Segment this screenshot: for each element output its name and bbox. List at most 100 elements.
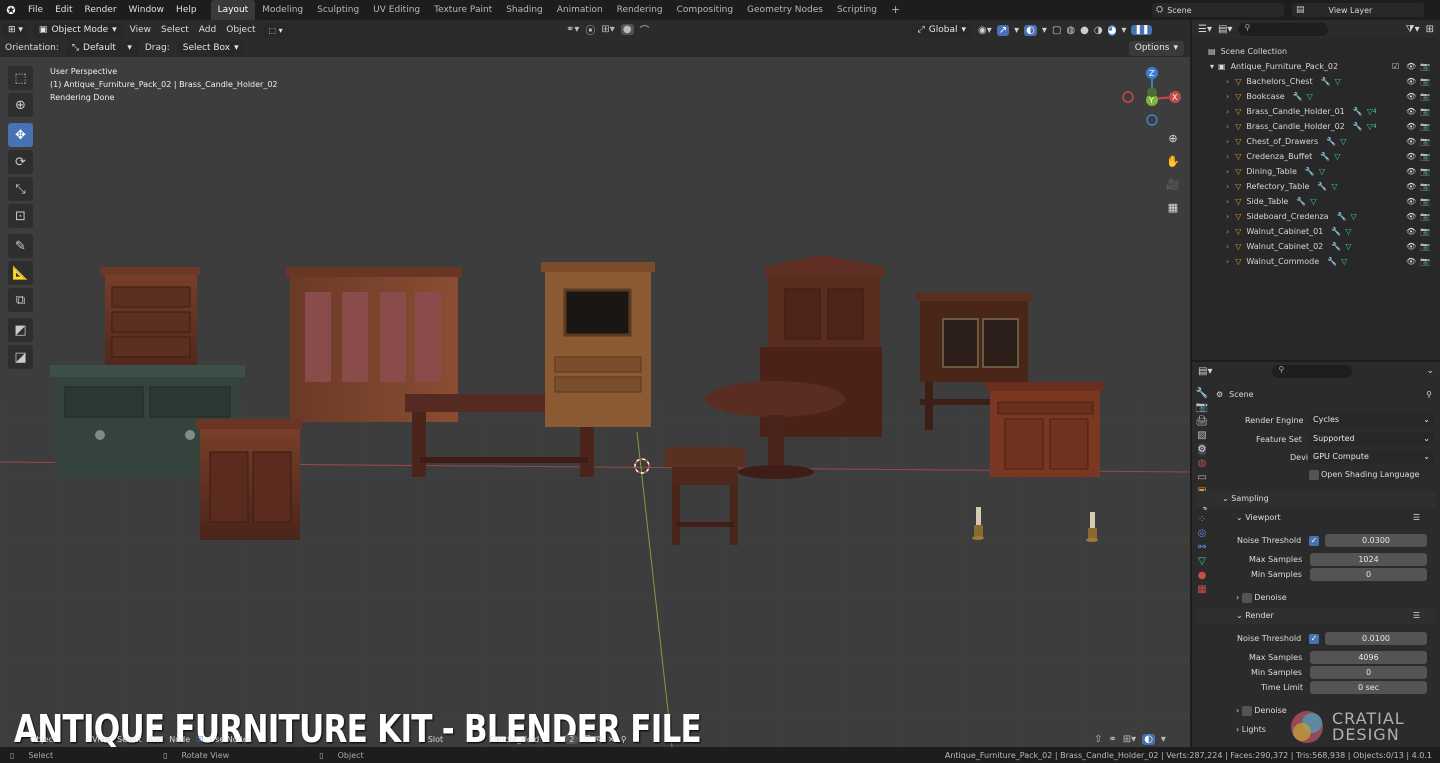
- expand-arrow-icon[interactable]: ›: [1226, 194, 1229, 209]
- sampling-section-header[interactable]: ⌄ Sampling: [1196, 491, 1436, 507]
- outliner-row-walnut-cabinet-01[interactable]: › ▽ Walnut_Cabinet_01 🔧 ▽ 👁 📷: [1192, 224, 1440, 239]
- tab-layout[interactable]: Layout: [210, 0, 256, 20]
- tab-shading[interactable]: Shading: [499, 0, 550, 20]
- render-camera-icon[interactable]: 📷: [1420, 74, 1430, 89]
- render-camera-icon[interactable]: 📷: [1420, 224, 1430, 239]
- bottom-menu-select[interactable]: Select: [117, 735, 142, 744]
- visibility-eye-icon[interactable]: 👁: [1406, 224, 1416, 239]
- r-min-field[interactable]: 0: [1310, 666, 1427, 679]
- visibility-eye-icon[interactable]: 👁: [1406, 74, 1416, 89]
- expand-arrow-icon[interactable]: ›: [1226, 179, 1229, 194]
- render-camera-icon[interactable]: 📷: [1420, 134, 1430, 149]
- visibility-eye-icon[interactable]: 👁: [1406, 209, 1416, 224]
- tab-texture-paint[interactable]: Texture Paint: [427, 0, 499, 20]
- outliner-row-bookcase[interactable]: › ▽ Bookcase 🔧 ▽ 👁 📷: [1192, 89, 1440, 104]
- proportional-edit-icon[interactable]: ●: [620, 24, 634, 35]
- display-mode-icon[interactable]: ▤▾: [1218, 24, 1232, 35]
- tab-uv-editing[interactable]: UV Editing: [366, 0, 427, 20]
- r-max-field[interactable]: 4096: [1310, 651, 1427, 664]
- overlay-bottom-dropdown[interactable]: ▾: [1161, 734, 1166, 745]
- use-nodes-checkbox[interactable]: ☑: [196, 735, 203, 744]
- viewport-subsection-header[interactable]: ⌄ Viewport ☰: [1196, 510, 1436, 526]
- outliner-row-bachelors-chest[interactable]: › ▽ Bachelors_Chest 🔧 ▽ 👁 📷: [1192, 74, 1440, 89]
- material-tab-icon[interactable]: ●: [1198, 570, 1207, 581]
- shear-tool[interactable]: ◩: [8, 318, 33, 342]
- pivot-icon[interactable]: ⚭▾: [566, 24, 579, 35]
- viewport-list-icon[interactable]: ☰: [1413, 510, 1420, 526]
- ortho-grid-icon[interactable]: ▦: [1163, 196, 1183, 219]
- expand-arrow-icon[interactable]: ›: [1226, 104, 1229, 119]
- pack-collection-row[interactable]: ▾ ▣ Antique_Furniture_Pack_02 ☑ 👁 📷: [1192, 59, 1440, 74]
- move-tool[interactable]: ✥: [8, 123, 33, 147]
- tab-sculpting[interactable]: Sculpting: [310, 0, 366, 20]
- bottom-menu-node[interactable]: Node: [169, 735, 190, 744]
- menu-help[interactable]: Help: [170, 0, 203, 20]
- properties-editor-icon[interactable]: ▤▾: [1198, 366, 1212, 377]
- visibility-eye-icon[interactable]: 👁: [1406, 179, 1416, 194]
- viewport-scene[interactable]: [0, 57, 1190, 747]
- slot-label[interactable]: Slot: [428, 735, 443, 744]
- scene-tab-icon[interactable]: ⚙: [1197, 444, 1207, 455]
- view-layer-field[interactable]: View Layer: [1329, 6, 1373, 15]
- render-subsection-header[interactable]: ⌄ Render ☰: [1196, 608, 1436, 624]
- menu-view[interactable]: View: [130, 22, 151, 39]
- outliner-row-brass-candle-holder-01[interactable]: › ▽ Brass_Candle_Holder_01 🔧 ▽ 4 👁 📷: [1192, 104, 1440, 119]
- mode-dropdown[interactable]: ▣ Object Mode ▾: [32, 22, 123, 38]
- close-icon[interactable]: ✕: [608, 735, 615, 744]
- render-camera-icon[interactable]: 📷: [1420, 149, 1430, 164]
- denoise-checkbox[interactable]: [1241, 592, 1252, 603]
- navigation-gizmo[interactable]: Z Y X: [1120, 65, 1185, 130]
- expand-arrow-icon[interactable]: ›: [1226, 89, 1229, 104]
- visibility-eye-icon[interactable]: 👁: [1406, 194, 1416, 209]
- render-tab-icon[interactable]: 📷: [1196, 402, 1208, 413]
- expand-arrow-icon[interactable]: ›: [1226, 254, 1229, 269]
- constraints-tab-icon[interactable]: ⚯: [1198, 542, 1206, 553]
- data-tab-icon[interactable]: ▽: [1198, 556, 1206, 567]
- pan-hand-icon[interactable]: ✋: [1163, 150, 1183, 173]
- outliner-row-dining-table[interactable]: › ▽ Dining_Table 🔧 ▽ 👁 📷: [1192, 164, 1440, 179]
- visibility-eye-icon[interactable]: 👁: [1406, 134, 1416, 149]
- transform-orientation-dropdown[interactable]: ⤢ Global ▾: [911, 22, 972, 38]
- measure-tool[interactable]: 📐: [8, 261, 33, 285]
- snap-toggle[interactable]: ⬚ ▾: [262, 22, 289, 38]
- wireframe-shading-icon[interactable]: ◍: [1066, 25, 1075, 36]
- visibility-eye-icon[interactable]: 👁: [1406, 104, 1416, 119]
- material-shading-icon[interactable]: ◑: [1094, 25, 1103, 36]
- visibility-eye-icon[interactable]: 👁: [1406, 239, 1416, 254]
- scale-cage-tool[interactable]: ◪: [8, 345, 33, 369]
- tab-rendering[interactable]: Rendering: [610, 0, 670, 20]
- expand-arrow-icon[interactable]: ›: [1226, 224, 1229, 239]
- menu-render[interactable]: Render: [79, 0, 123, 20]
- outliner-search-input[interactable]: ⚲: [1238, 22, 1329, 36]
- expand-arrow-icon[interactable]: ›: [1226, 74, 1229, 89]
- 3d-viewport[interactable]: User Perspective (1) Antique_Furniture_P…: [0, 57, 1190, 747]
- add-cube-tool[interactable]: ⧉: [8, 288, 33, 312]
- transform-tool[interactable]: ⊡: [8, 204, 33, 228]
- outliner-row-brass-candle-holder-02[interactable]: › ▽ Brass_Candle_Holder_02 🔧 ▽ 4 👁 📷: [1192, 119, 1440, 134]
- visibility-eye-icon[interactable]: 👁: [1406, 254, 1416, 269]
- render-camera-icon[interactable]: 📷: [1420, 194, 1430, 209]
- options-dropdown[interactable]: Options ▾: [1128, 41, 1184, 56]
- select-box-tool[interactable]: ⬚: [8, 66, 33, 90]
- scene-collection-row[interactable]: ▤ Scene Collection: [1192, 44, 1440, 59]
- render-list-icon[interactable]: ☰: [1413, 608, 1420, 624]
- scale-tool[interactable]: ⤡: [8, 177, 33, 201]
- bachelors-chest-object[interactable]: [100, 267, 200, 379]
- outliner-row-refectory-table[interactable]: › ▽ Refectory_Table 🔧 ▽ 👁 📷: [1192, 179, 1440, 194]
- outliner-row-credenza-buffet[interactable]: › ▽ Credenza_Buffet 🔧 ▽ 👁 📷: [1192, 149, 1440, 164]
- pause-render-icon[interactable]: ❚❚: [1131, 25, 1153, 35]
- vp-noise-checkbox[interactable]: ✓: [1309, 536, 1319, 546]
- r-noise-checkbox[interactable]: ✓: [1309, 634, 1319, 644]
- menu-window[interactable]: Window: [123, 0, 171, 20]
- shield-icon[interactable]: ⛉: [584, 734, 590, 744]
- visibility-icon[interactable]: ◉▾: [978, 25, 992, 36]
- expand-arrow-icon[interactable]: ›: [1226, 119, 1229, 134]
- expand-arrow-icon[interactable]: ›: [1226, 209, 1229, 224]
- render-camera-icon[interactable]: 📷: [1420, 164, 1430, 179]
- filter-icon[interactable]: ⧩▾: [1406, 24, 1420, 35]
- collection-checkbox[interactable]: ☑: [1392, 59, 1399, 74]
- render-camera-icon[interactable]: 📷: [1420, 239, 1430, 254]
- annotate-tool[interactable]: ✎: [8, 234, 33, 258]
- walnut-cabinet-01-object[interactable]: [196, 419, 302, 540]
- render-camera-icon[interactable]: 📷: [1420, 89, 1430, 104]
